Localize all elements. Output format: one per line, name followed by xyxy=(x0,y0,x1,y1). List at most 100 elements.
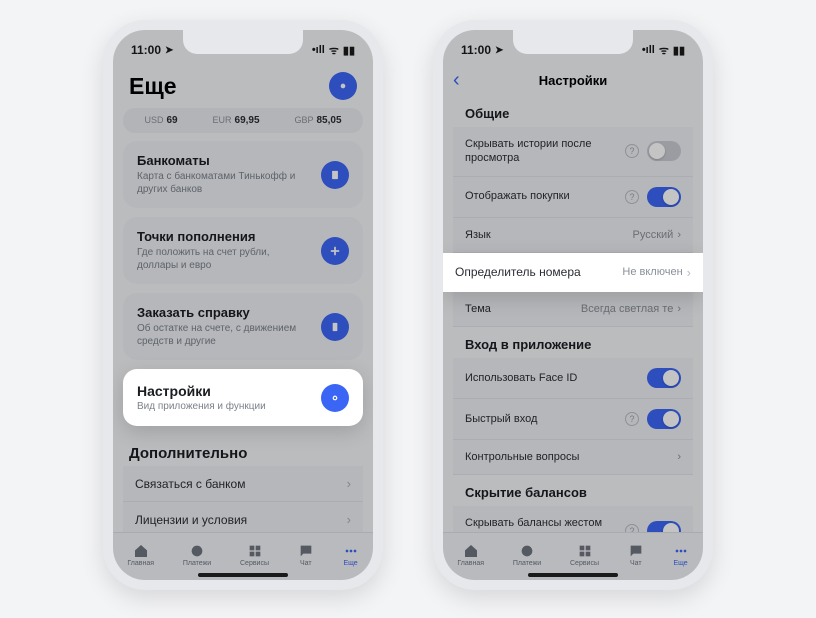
card-subtitle: Где положить на счет рубли, доллары и ев… xyxy=(137,246,307,272)
status-bar: 11:00 ➤ •ıllᯤ▮▮ xyxy=(113,30,373,64)
chevron-right-icon: › xyxy=(347,476,351,491)
card-title: Заказать справку xyxy=(137,305,307,320)
card-topup[interactable]: Точки пополнения Где положить на счет ру… xyxy=(123,217,363,284)
gear-icon xyxy=(321,384,349,412)
row-contact-bank[interactable]: Связаться с банком › xyxy=(123,466,363,502)
tab-chat[interactable]: Чат xyxy=(298,543,314,567)
row-hide-stories[interactable]: Скрывать истории после просмотра ? xyxy=(453,127,693,177)
tab-label: Чат xyxy=(300,560,312,567)
nav-bar: ‹ Настройки xyxy=(443,64,703,96)
tab-services[interactable]: Сервисы xyxy=(240,543,269,567)
tab-label: Чат xyxy=(630,560,642,567)
tab-label: Сервисы xyxy=(570,560,599,567)
tab-home[interactable]: Главная xyxy=(457,543,484,567)
chevron-right-icon: › xyxy=(677,303,681,315)
toggle[interactable] xyxy=(647,187,681,207)
rate-value: 69 xyxy=(166,115,177,126)
row-label: Определитель номера xyxy=(455,265,581,279)
hint-icon[interactable]: ? xyxy=(625,412,639,426)
screen: 11:00 ➤ •ıllᯤ▮▮ Еще USD69 EUR69,95 GBP 85… xyxy=(113,30,373,580)
group-hide-balances: Скрытие балансов xyxy=(453,475,693,506)
status-right: •ıllᯤ▮▮ xyxy=(312,43,355,58)
group-general: Общие xyxy=(453,96,693,127)
status-bar: 11:00 ➤ •ıllᯤ▮▮ xyxy=(443,30,703,64)
card-subtitle: Вид приложения и функции xyxy=(137,401,266,412)
tab-label: Платежи xyxy=(513,560,541,567)
row-label: Отображать покупки xyxy=(465,189,570,203)
row-label: Использовать Face ID xyxy=(465,371,577,385)
row-label: Быстрый вход xyxy=(465,412,537,426)
profile-icon[interactable] xyxy=(329,72,357,100)
phone-right: 11:00 ➤ •ıllᯤ▮▮ ‹ Настройки Общие Скрыва… xyxy=(433,20,713,590)
card-statement[interactable]: Заказать справку Об остатке на счете, с … xyxy=(123,293,363,360)
row-label: Тема xyxy=(465,302,491,316)
row-quick-login[interactable]: Быстрый вход ? xyxy=(453,399,693,440)
row-licenses[interactable]: Лицензии и условия › xyxy=(123,502,363,532)
back-button[interactable]: ‹ xyxy=(453,69,460,92)
rate-value: 69,95 xyxy=(235,115,260,126)
home-indicator[interactable] xyxy=(528,573,618,577)
card-title: Настройки xyxy=(137,383,266,399)
settings-content: Общие Скрывать истории после просмотра ?… xyxy=(443,96,703,556)
row-label: Контрольные вопросы xyxy=(465,450,579,464)
card-subtitle: Карта с банкоматами Тинькофф и других ба… xyxy=(137,170,307,196)
chevron-right-icon: › xyxy=(687,265,691,280)
row-face-id[interactable]: Использовать Face ID xyxy=(453,358,693,399)
row-security-questions[interactable]: Контрольные вопросы › xyxy=(453,440,693,475)
status-time: 11:00 xyxy=(131,43,161,57)
row-caller-id[interactable]: Определитель номера Не включен › xyxy=(443,253,703,292)
location-icon: ➤ xyxy=(495,45,503,56)
row-label: Лицензии и условия xyxy=(135,513,247,527)
home-indicator[interactable] xyxy=(198,573,288,577)
tab-home[interactable]: Главная xyxy=(127,543,154,567)
tab-more[interactable]: Еще xyxy=(673,543,689,567)
tab-chat[interactable]: Чат xyxy=(628,543,644,567)
phone-left: 11:00 ➤ •ıllᯤ▮▮ Еще USD69 EUR69,95 GBP 85… xyxy=(103,20,383,590)
tab-label: Главная xyxy=(457,560,484,567)
hint-icon[interactable]: ? xyxy=(625,190,639,204)
tab-services[interactable]: Сервисы xyxy=(570,543,599,567)
card-title: Банкоматы xyxy=(137,153,307,168)
card-title: Точки пополнения xyxy=(137,229,307,244)
chevron-right-icon: › xyxy=(677,229,681,241)
page-title: Еще xyxy=(123,64,363,106)
document-icon xyxy=(321,313,349,341)
atm-icon xyxy=(321,161,349,189)
tab-more[interactable]: Еще xyxy=(343,543,359,567)
rate-label: GBP xyxy=(294,115,313,125)
tab-label: Сервисы xyxy=(240,560,269,567)
currency-rates[interactable]: USD69 EUR69,95 GBP 85,05 xyxy=(123,108,363,133)
screen: 11:00 ➤ •ıllᯤ▮▮ ‹ Настройки Общие Скрыва… xyxy=(443,30,703,580)
plus-icon xyxy=(321,237,349,265)
hint-icon[interactable]: ? xyxy=(625,144,639,158)
tab-payments[interactable]: Платежи xyxy=(513,543,541,567)
row-theme[interactable]: Тема Всегда светлая те › xyxy=(453,292,693,327)
row-value: Не включен xyxy=(622,266,682,278)
toggle[interactable] xyxy=(647,141,681,161)
row-language[interactable]: Язык Русский› xyxy=(453,218,693,253)
card-settings[interactable]: Настройки Вид приложения и функции xyxy=(123,369,363,426)
tab-label: Еще xyxy=(673,560,687,567)
rate-value: 85,05 xyxy=(317,115,342,126)
rate-label: EUR xyxy=(213,115,232,125)
tab-label: Еще xyxy=(343,560,357,567)
group-login: Вход в приложение xyxy=(453,327,693,358)
section-extra: Дополнительно xyxy=(123,435,363,466)
card-subtitle: Об остатке на счете, с движением средств… xyxy=(137,322,307,348)
tab-payments[interactable]: Платежи xyxy=(183,543,211,567)
tab-label: Платежи xyxy=(183,560,211,567)
row-value: Русский xyxy=(633,229,674,241)
row-value: Всегда светлая те xyxy=(581,303,673,315)
toggle[interactable] xyxy=(647,368,681,388)
row-label: Язык xyxy=(465,228,491,242)
page-title-text: Еще xyxy=(129,73,177,100)
toggle[interactable] xyxy=(647,409,681,429)
nav-title: Настройки xyxy=(539,73,608,88)
status-right: •ıllᯤ▮▮ xyxy=(642,43,685,58)
chevron-right-icon: › xyxy=(347,512,351,527)
card-atms[interactable]: Банкоматы Карта с банкоматами Тинькофф и… xyxy=(123,141,363,208)
row-label: Скрывать истории после просмотра xyxy=(465,137,605,166)
rate-label: USD xyxy=(144,115,163,125)
row-show-purchases[interactable]: Отображать покупки ? xyxy=(453,177,693,218)
row-label: Связаться с банком xyxy=(135,477,245,491)
